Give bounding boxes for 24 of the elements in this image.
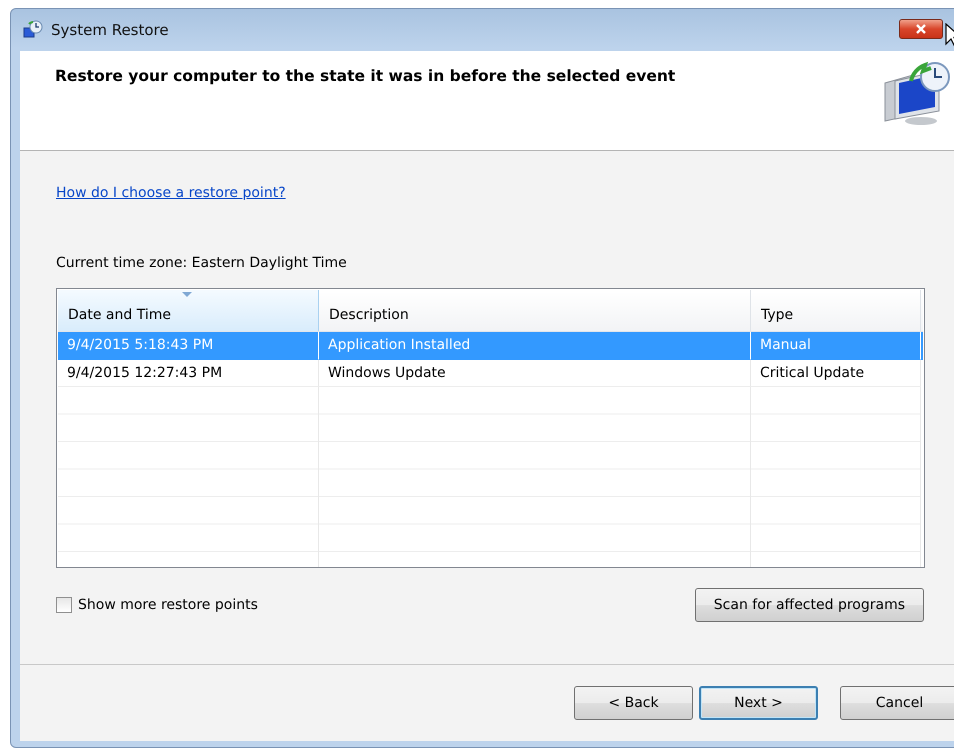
table-cell: Windows Update xyxy=(319,360,751,387)
restore-icon xyxy=(23,20,43,40)
close-icon xyxy=(914,23,928,35)
table-cell: Application Installed xyxy=(319,332,751,360)
checkbox-label: Show more restore points xyxy=(78,597,258,613)
dialog-button[interactable]: < Back xyxy=(574,686,693,720)
page-heading: Restore your computer to the state it was in before the selected event xyxy=(55,67,676,87)
table-cell: Critical Update xyxy=(751,360,921,387)
timezone-label: Current time zone: Eastern Daylight Time xyxy=(56,255,348,271)
column-header[interactable]: Date and Time xyxy=(58,290,319,331)
help-link[interactable]: How do I choose a restore point? xyxy=(56,185,286,201)
window-title: System Restore xyxy=(51,21,169,39)
column-header[interactable]: Type xyxy=(751,290,921,331)
sort-arrow-icon xyxy=(182,292,192,297)
table-cell: 9/4/2015 5:18:43 PM xyxy=(58,332,319,360)
table-row[interactable]: 9/4/2015 12:27:43 PM Windows Update Critical Update xyxy=(58,360,923,387)
table-cell: Manual xyxy=(751,332,921,360)
scan-button[interactable]: Scan for affected programs xyxy=(694,588,924,622)
dialog-button[interactable]: Next > xyxy=(699,686,818,720)
close-button[interactable] xyxy=(899,19,943,39)
dialog-button[interactable]: Cancel xyxy=(840,686,954,720)
column-header[interactable]: Description xyxy=(319,290,751,331)
table-cell: 9/4/2015 12:27:43 PM xyxy=(58,360,319,387)
checkbox[interactable] xyxy=(56,597,72,613)
